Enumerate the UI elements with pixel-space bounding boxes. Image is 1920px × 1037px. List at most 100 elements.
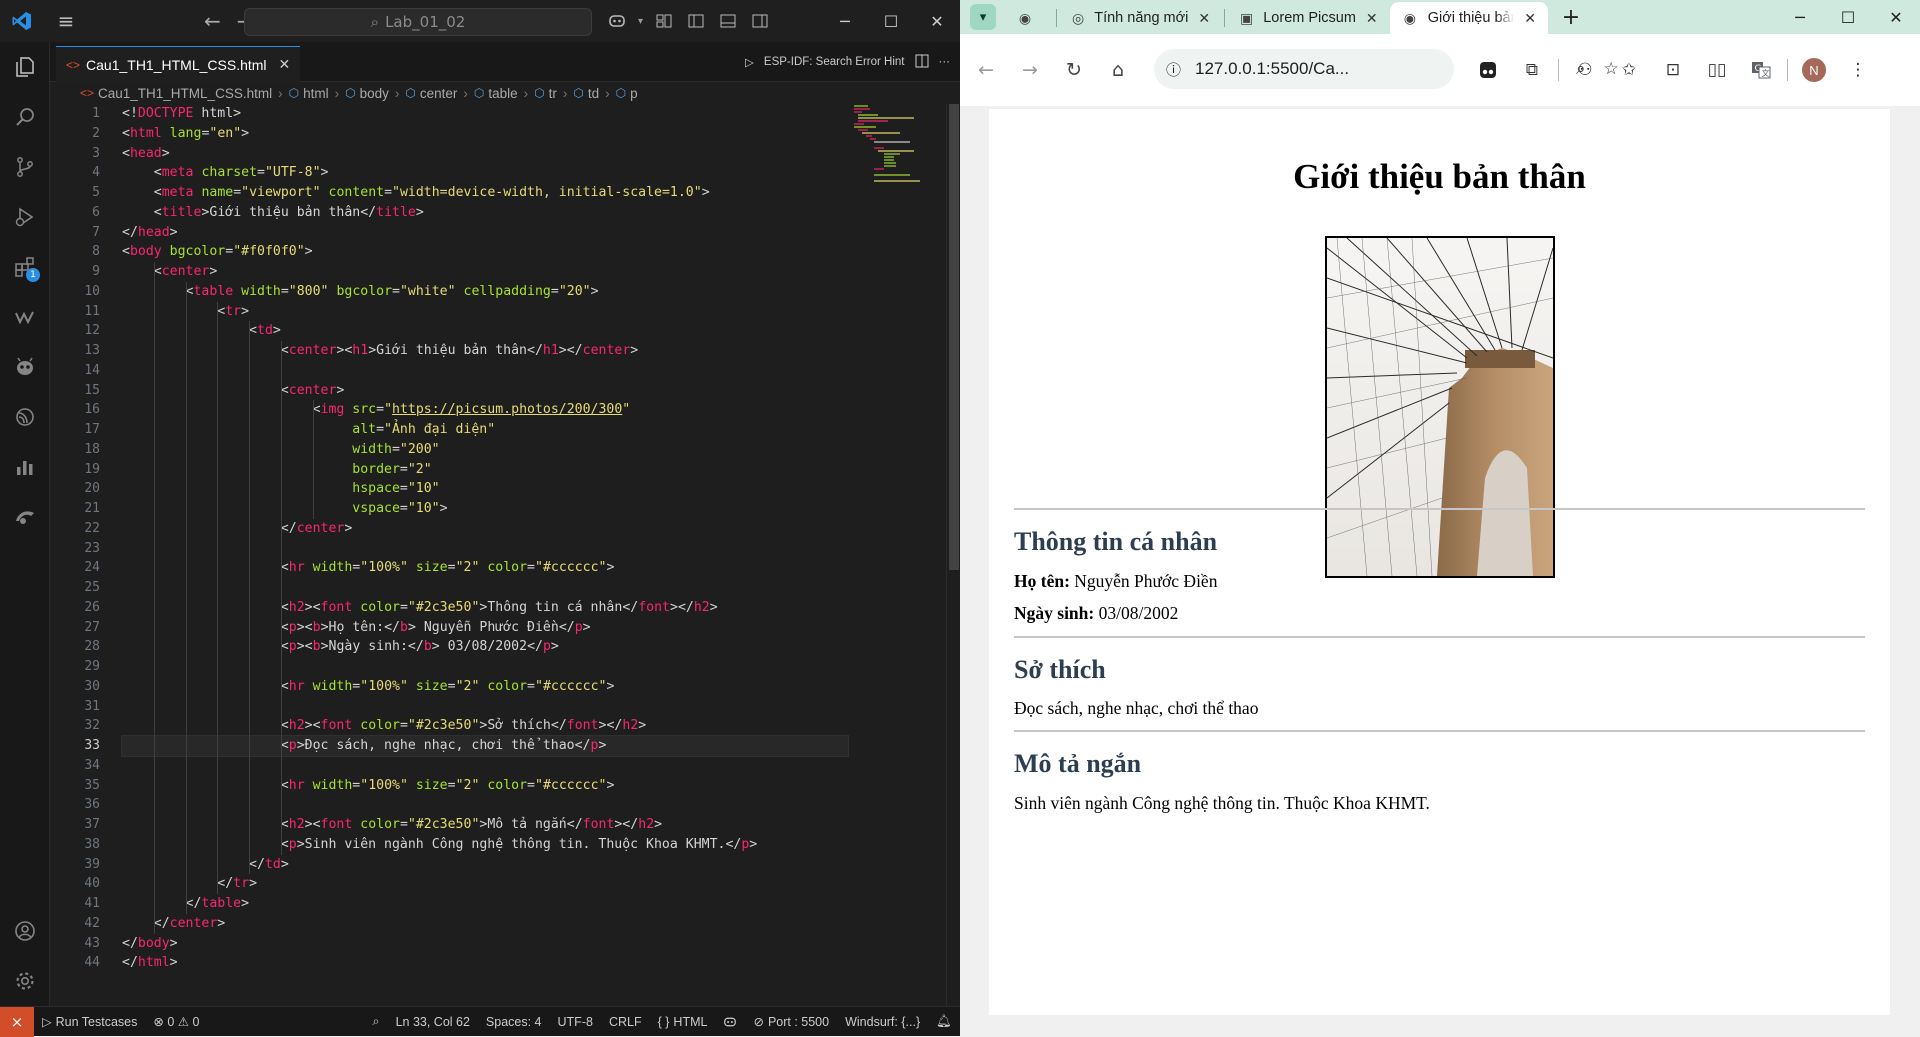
customize-layout-icon[interactable]	[653, 10, 675, 32]
windsurf-status[interactable]: Windsurf: {...}	[837, 1015, 928, 1029]
close-tab-icon[interactable]: ✕	[279, 56, 291, 73]
code-line[interactable]	[122, 578, 902, 598]
browser-tab-3[interactable]: ◉ Giới thiệu bản t ✕	[1390, 2, 1548, 34]
run-testcases-button[interactable]: ▷ Run Testcases	[34, 1014, 145, 1030]
code-line[interactable]	[122, 756, 902, 776]
code-line[interactable]: <p>Đọc sách, nghe nhạc, chơi thể thao</p…	[121, 735, 849, 757]
close-tab-icon[interactable]: ✕	[1524, 10, 1536, 27]
code-line[interactable]: vspace="10">	[122, 499, 902, 519]
code-editor[interactable]: 1 2 3 4 5 6 7 8 9 10 11 12 13 14 15 16 17 18 19 20 21 22 23 24 2…	[50, 104, 960, 1006]
code-line[interactable]: <html lang="en">	[122, 124, 902, 144]
code-line[interactable]: <meta name="viewport" content="width=dev…	[122, 183, 902, 203]
code-line[interactable]: <head>	[122, 144, 902, 164]
code-line[interactable]	[122, 697, 902, 717]
code-line[interactable]: </tr>	[122, 874, 902, 894]
code-line[interactable]: <table width="800" bgcolor="white" cellp…	[122, 282, 902, 302]
reading-mode-icon[interactable]: ▯▯	[1699, 52, 1735, 88]
problems-indicator[interactable]: ⊗ 0 ⚠ 0	[145, 1014, 207, 1029]
breadcrumb-item[interactable]: p	[630, 86, 638, 101]
source-control-icon[interactable]	[0, 142, 50, 192]
end-of-line[interactable]: CRLF	[601, 1015, 650, 1029]
code-line[interactable]: <h2><font color="#2c3e50">Mô tả ngắn</fo…	[122, 815, 902, 835]
home-icon[interactable]: ⌂	[1096, 48, 1140, 92]
indentation[interactable]: Spaces: 4	[478, 1015, 550, 1029]
copilot-icon[interactable]	[606, 10, 628, 32]
address-bar[interactable]: ⓘ 127.0.0.1:5500/Ca...	[1154, 49, 1454, 89]
back-arrow-icon[interactable]: ←	[204, 9, 221, 33]
code-line[interactable]	[122, 795, 902, 815]
remote-explorer-icon[interactable]	[0, 392, 50, 442]
code-line[interactable]: <hr width="100%" size="2" color="#cccccc…	[122, 677, 902, 697]
hamburger-menu-icon[interactable]: ≡	[44, 0, 88, 42]
more-actions-icon[interactable]: ···	[939, 56, 951, 68]
code-line[interactable]: <h2><font color="#2c3e50">Thông tin cá n…	[122, 598, 902, 618]
bell-icon[interactable]: 🔔︎	[928, 1014, 960, 1029]
run-debug-icon[interactable]	[0, 192, 50, 242]
tab-action-label[interactable]: ESP-IDF: Search Error Hint	[764, 56, 905, 68]
code-line[interactable]: <img src="https://picsum.photos/200/300"	[122, 400, 902, 420]
explorer-icon[interactable]	[0, 42, 50, 92]
code-line[interactable]: width="200"	[122, 440, 902, 460]
browser-tab-1[interactable]: ◎ Tính năng mới ✕	[1060, 2, 1218, 34]
account-icon[interactable]	[0, 906, 50, 956]
favorites-icon[interactable]: ✩	[1611, 52, 1647, 88]
toggle-sidebar-icon[interactable]	[685, 10, 707, 32]
copilot-status-icon[interactable]	[715, 1016, 745, 1028]
breadcrumb-item[interactable]: tr	[549, 86, 557, 101]
play-icon[interactable]: ▷	[745, 55, 754, 69]
code-line[interactable]: </center>	[122, 914, 902, 934]
minimap[interactable]	[854, 104, 944, 184]
close-icon[interactable]: ✕	[914, 0, 960, 42]
windsurf-icon[interactable]	[0, 292, 50, 342]
code-line[interactable]: <hr width="100%" size="2" color="#cccccc…	[122, 776, 902, 796]
code-line[interactable]: <center>	[122, 262, 902, 282]
search-icon[interactable]	[0, 92, 50, 142]
reload-icon[interactable]: ↻	[1052, 48, 1096, 92]
live-share-icon[interactable]	[0, 492, 50, 542]
code-line[interactable]: </center>	[122, 519, 902, 539]
breadcrumb-item[interactable]: center	[420, 86, 458, 101]
minimize-icon[interactable]: ─	[822, 0, 868, 42]
code-content[interactable]: <!DOCTYPE html> <html lang="en"> <head> <m…	[121, 104, 902, 973]
breadcrumb-item[interactable]: td	[588, 86, 599, 101]
new-tab-icon[interactable]: +	[1556, 2, 1586, 32]
breadcrumb-item[interactable]: html	[303, 86, 329, 101]
browser-tab-2[interactable]: ▣ Lorem Picsum ✕	[1228, 2, 1386, 34]
screenshot-icon[interactable]: ⊡	[1655, 52, 1691, 88]
code-line[interactable]: <tr>	[122, 302, 902, 322]
profile-avatar[interactable]: N	[1796, 52, 1832, 88]
maximize-icon[interactable]: ☐	[1824, 0, 1872, 34]
command-center-search[interactable]: ⌕ Lab_01_02	[244, 8, 592, 36]
live-server-port[interactable]: ⊘ Port : 5500	[745, 1014, 837, 1030]
code-line[interactable]	[122, 657, 902, 677]
language-mode[interactable]: { } HTML	[650, 1015, 716, 1029]
code-line[interactable]: border="2"	[122, 460, 902, 480]
breadcrumb-item[interactable]: Cau1_TH1_HTML_CSS.html	[98, 86, 272, 101]
close-icon[interactable]: ✕	[1872, 0, 1920, 34]
code-line[interactable]: <hr width="100%" size="2" color="#cccccc…	[122, 558, 902, 578]
code-line[interactable]: <p><b>Họ tên:</b> Nguyễn Phước Điền</p>	[122, 618, 902, 638]
code-line[interactable]: alt="Ảnh đại diện"	[122, 420, 902, 440]
url-text[interactable]: 127.0.0.1:5500/Ca...	[1195, 59, 1349, 79]
gear-icon[interactable]	[0, 956, 50, 1006]
code-line[interactable]: </head>	[122, 223, 902, 243]
encoding[interactable]: UTF-8	[550, 1015, 601, 1029]
code-line[interactable]: <h2><font color="#2c3e50">Sở thích</font…	[122, 716, 902, 736]
code-line[interactable]: </table>	[122, 894, 902, 914]
split-editor-icon[interactable]	[915, 54, 929, 71]
toggle-secondary-sidebar-icon[interactable]	[749, 10, 771, 32]
forward-arrow-icon[interactable]: →	[1008, 48, 1052, 92]
code-line[interactable]: <p><b>Ngày sinh:</b> 03/08/2002</p>	[122, 637, 902, 657]
chevron-down-icon[interactable]: ▾	[638, 16, 643, 27]
site-info-icon[interactable]: ⓘ	[1166, 59, 1181, 80]
extensions-icon[interactable]: 1	[0, 242, 50, 292]
code-line[interactable]: <body bgcolor="#f0f0f0">	[122, 242, 902, 262]
editor-scrollbar[interactable]	[946, 104, 960, 1006]
code-line[interactable]: </td>	[122, 855, 902, 875]
code-line[interactable]: <meta charset="UTF-8">	[122, 163, 902, 183]
code-line[interactable]	[122, 361, 902, 381]
toggle-panel-icon[interactable]	[717, 10, 739, 32]
code-line[interactable]: <center><h1>Giới thiệu bản thân</h1></ce…	[122, 341, 902, 361]
code-line[interactable]: <td>	[122, 321, 902, 341]
code-line[interactable]: <title>Giới thiệu bản thân</title>	[122, 203, 902, 223]
